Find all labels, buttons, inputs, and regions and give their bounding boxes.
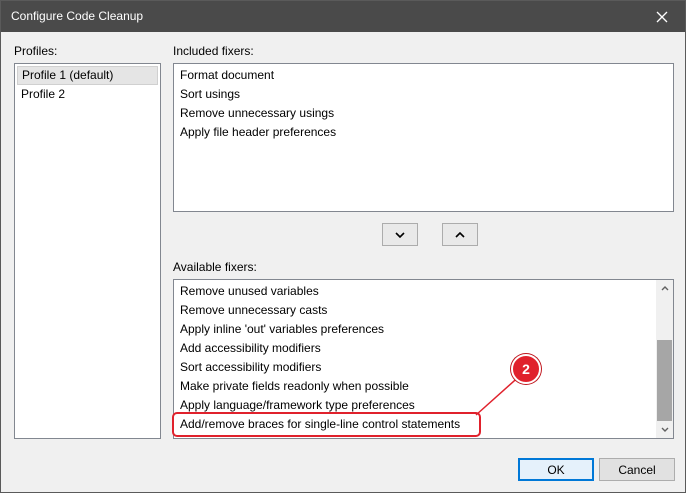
window-title: Configure Code Cleanup — [11, 9, 144, 23]
scroll-down-icon — [661, 427, 668, 432]
scroll-thumb[interactable] — [657, 340, 672, 421]
scroll-up-button[interactable] — [656, 280, 673, 297]
highlight-box — [172, 412, 481, 437]
available-item[interactable]: Remove unnecessary casts — [180, 301, 327, 320]
move-up-button[interactable] — [442, 223, 478, 246]
available-item[interactable]: Sort accessibility modifiers — [180, 358, 321, 377]
title-bar: Configure Code Cleanup — [1, 1, 685, 32]
included-item[interactable]: Remove unnecessary usings — [180, 104, 334, 123]
available-item[interactable]: Remove unused variables — [180, 282, 319, 301]
move-down-button[interactable] — [382, 223, 418, 246]
profile-item-1[interactable]: Profile 1 (default) — [17, 66, 158, 85]
dialog-window: Configure Code Cleanup Profiles: Profile… — [0, 0, 686, 493]
close-icon — [656, 11, 668, 22]
scroll-down-button[interactable] — [656, 421, 673, 438]
included-fixers-list[interactable]: Format document Sort usings Remove unnec… — [173, 63, 674, 212]
close-button[interactable] — [639, 1, 685, 32]
chevron-up-icon — [455, 231, 465, 238]
ok-button[interactable]: OK — [518, 458, 594, 481]
callout-badge: 2 — [511, 354, 541, 384]
available-item[interactable]: Add accessibility modifiers — [180, 339, 321, 358]
chevron-down-icon — [395, 231, 405, 238]
available-item[interactable]: Make private fields readonly when possib… — [180, 377, 409, 396]
available-item[interactable]: Apply inline 'out' variables preferences — [180, 320, 384, 339]
profiles-label: Profiles: — [14, 44, 58, 58]
included-item[interactable]: Sort usings — [180, 85, 240, 104]
available-scrollbar[interactable] — [656, 280, 673, 438]
cancel-button[interactable]: Cancel — [599, 458, 675, 481]
profile-item-2[interactable]: Profile 2 — [21, 85, 65, 104]
included-item[interactable]: Format document — [180, 66, 274, 85]
included-item[interactable]: Apply file header preferences — [180, 123, 336, 142]
profiles-list[interactable]: Profile 1 (default) Profile 2 — [14, 63, 161, 439]
included-fixers-label: Included fixers: — [173, 44, 254, 58]
scroll-up-icon — [661, 286, 668, 291]
available-fixers-label: Available fixers: — [173, 260, 257, 274]
